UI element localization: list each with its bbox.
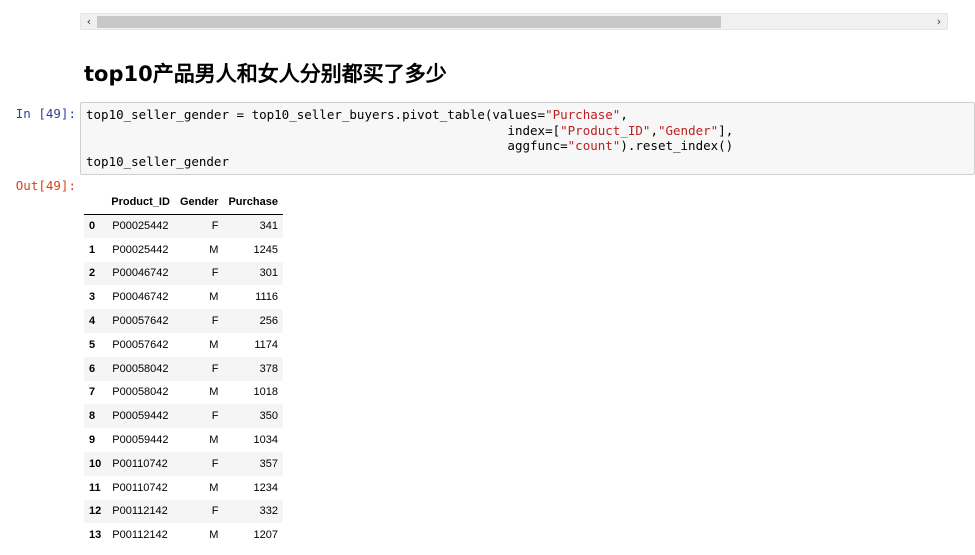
row-index: 4 bbox=[89, 315, 96, 328]
gender-cell: F bbox=[211, 220, 219, 233]
row-index: 7 bbox=[89, 386, 96, 399]
product-id-cell: P00110742 bbox=[112, 481, 168, 494]
purchase-header: Purchase bbox=[223, 190, 283, 215]
output-prompt: Out[49]: bbox=[15, 178, 76, 193]
row-index: 10 bbox=[89, 457, 102, 470]
code-string: "Gender" bbox=[657, 122, 719, 138]
gender-cell: M bbox=[209, 434, 219, 447]
table-row: 12 P00112142 F 332 bbox=[84, 499, 283, 524]
code-token: , bbox=[620, 107, 628, 122]
code-cell-editor[interactable]: top10_seller_gender = top10_seller_buyer… bbox=[80, 102, 975, 175]
horizontal-scrollbar[interactable]: ‹ › bbox=[80, 13, 948, 30]
purchase-cell: 1207 bbox=[253, 529, 278, 542]
code-string: "Purchase" bbox=[545, 107, 621, 122]
markdown-heading: top10产品男人和女人分别都买了多少 bbox=[84, 62, 447, 86]
gender-cell: F bbox=[211, 315, 219, 328]
code-string: "count" bbox=[567, 138, 621, 153]
row-index: 6 bbox=[89, 362, 96, 375]
scrollbar-thumb[interactable] bbox=[97, 16, 721, 28]
table-row: 9 P00059442 M 1034 bbox=[84, 428, 283, 452]
gender-cell: F bbox=[211, 457, 219, 470]
table-row: 7 P00058042 M 1018 bbox=[84, 381, 283, 405]
row-index: 11 bbox=[89, 481, 101, 494]
gender-cell: F bbox=[211, 410, 219, 423]
purchase-cell: 1245 bbox=[253, 243, 278, 256]
row-index: 13 bbox=[89, 529, 102, 542]
table-row: 6 P00058042 F 378 bbox=[84, 356, 283, 381]
code-token: index=[ bbox=[86, 122, 561, 138]
purchase-cell: 301 bbox=[259, 267, 278, 280]
code-token: aggfunc= bbox=[86, 138, 568, 153]
purchase-cell: 332 bbox=[259, 505, 278, 518]
purchase-cell: 357 bbox=[259, 457, 278, 470]
code-string: "Product_ID" bbox=[560, 122, 651, 138]
dataframe-table: Product_ID Gender Purchase 0 P00025442 F 34… bbox=[84, 190, 283, 547]
purchase-cell: 350 bbox=[259, 410, 278, 423]
code-token: , bbox=[650, 122, 658, 138]
product-id-cell: P00112142 bbox=[112, 505, 168, 518]
table-row: 1 P00025442 M 1245 bbox=[84, 238, 283, 262]
product-id-cell: P00110742 bbox=[112, 457, 168, 470]
gender-cell: M bbox=[209, 386, 219, 399]
product-id-cell: P00059442 bbox=[112, 410, 169, 423]
row-index: 1 bbox=[89, 243, 96, 256]
gender-header: Gender bbox=[174, 190, 224, 215]
product-id-cell: P00046742 bbox=[112, 291, 169, 304]
product-id-cell: P00058042 bbox=[112, 362, 169, 375]
row-index: 8 bbox=[89, 410, 96, 423]
row-index: 9 bbox=[89, 434, 96, 447]
table-row: 5 P00057642 M 1174 bbox=[84, 333, 283, 357]
product-id-cell: P00059442 bbox=[112, 434, 169, 447]
code-token: top10_seller_gender = top10_seller_buyer… bbox=[86, 107, 546, 122]
gender-cell: M bbox=[209, 481, 219, 494]
product-id-header: Product_ID bbox=[106, 190, 175, 215]
purchase-cell: 1234 bbox=[253, 481, 278, 494]
purchase-cell: 256 bbox=[259, 315, 278, 328]
gender-cell: M bbox=[209, 338, 219, 351]
row-index: 2 bbox=[89, 267, 96, 280]
product-id-cell: P00046742 bbox=[112, 267, 169, 280]
table-row: 2 P00046742 F 301 bbox=[84, 261, 283, 286]
table-row: 4 P00057642 F 256 bbox=[84, 309, 283, 333]
product-id-cell: P00058042 bbox=[112, 386, 169, 399]
index-header bbox=[84, 190, 107, 215]
gender-cell: M bbox=[209, 243, 219, 256]
row-index: 12 bbox=[89, 505, 102, 518]
code-token: top10_seller_gender bbox=[86, 153, 229, 169]
product-id-cell: P00057642 bbox=[112, 338, 169, 351]
purchase-cell: 1116 bbox=[255, 291, 278, 304]
code-token: ], bbox=[718, 122, 734, 138]
gender-cell: F bbox=[211, 267, 219, 280]
table-row: 13 P00112142 M 1207 bbox=[84, 523, 283, 547]
gender-cell: F bbox=[211, 362, 219, 375]
row-index: 5 bbox=[89, 338, 96, 351]
scroll-right-icon[interactable]: › bbox=[931, 14, 947, 29]
table-row: 3 P00046742 M 1116 bbox=[84, 285, 283, 309]
purchase-cell: 1034 bbox=[253, 434, 278, 447]
table-row: 11 P00110742 M 1234 bbox=[84, 476, 283, 500]
product-id-cell: P00025442 bbox=[112, 243, 169, 256]
code-text[interactable]: top10_seller_gender = top10_seller_buyer… bbox=[81, 103, 974, 173]
input-prompt: In [49]: bbox=[15, 106, 76, 121]
row-index: 3 bbox=[89, 291, 96, 304]
product-id-cell: P00057642 bbox=[112, 315, 169, 328]
code-token: ).reset_index() bbox=[620, 138, 734, 153]
table-body: 0 P00025442 F 341 1 P00025442 M 1245 2 P00046742 F… bbox=[84, 214, 283, 547]
table-row: 8 P00059442 F 350 bbox=[84, 404, 283, 429]
purchase-cell: 341 bbox=[259, 220, 278, 233]
purchase-cell: 1174 bbox=[254, 338, 278, 351]
table-row: 10 P00110742 F 357 bbox=[84, 451, 283, 476]
product-id-cell: P00112142 bbox=[112, 529, 168, 542]
gender-cell: F bbox=[211, 505, 219, 518]
purchase-cell: 1018 bbox=[253, 386, 278, 399]
table-header-row: Product_ID Gender Purchase bbox=[84, 190, 283, 215]
gender-cell: M bbox=[209, 529, 219, 542]
gender-cell: M bbox=[209, 291, 219, 304]
scroll-left-icon[interactable]: ‹ bbox=[81, 14, 97, 29]
product-id-cell: P00025442 bbox=[112, 220, 169, 233]
table-row: 0 P00025442 F 341 bbox=[84, 214, 283, 238]
purchase-cell: 378 bbox=[259, 362, 278, 375]
row-index: 0 bbox=[89, 220, 96, 233]
